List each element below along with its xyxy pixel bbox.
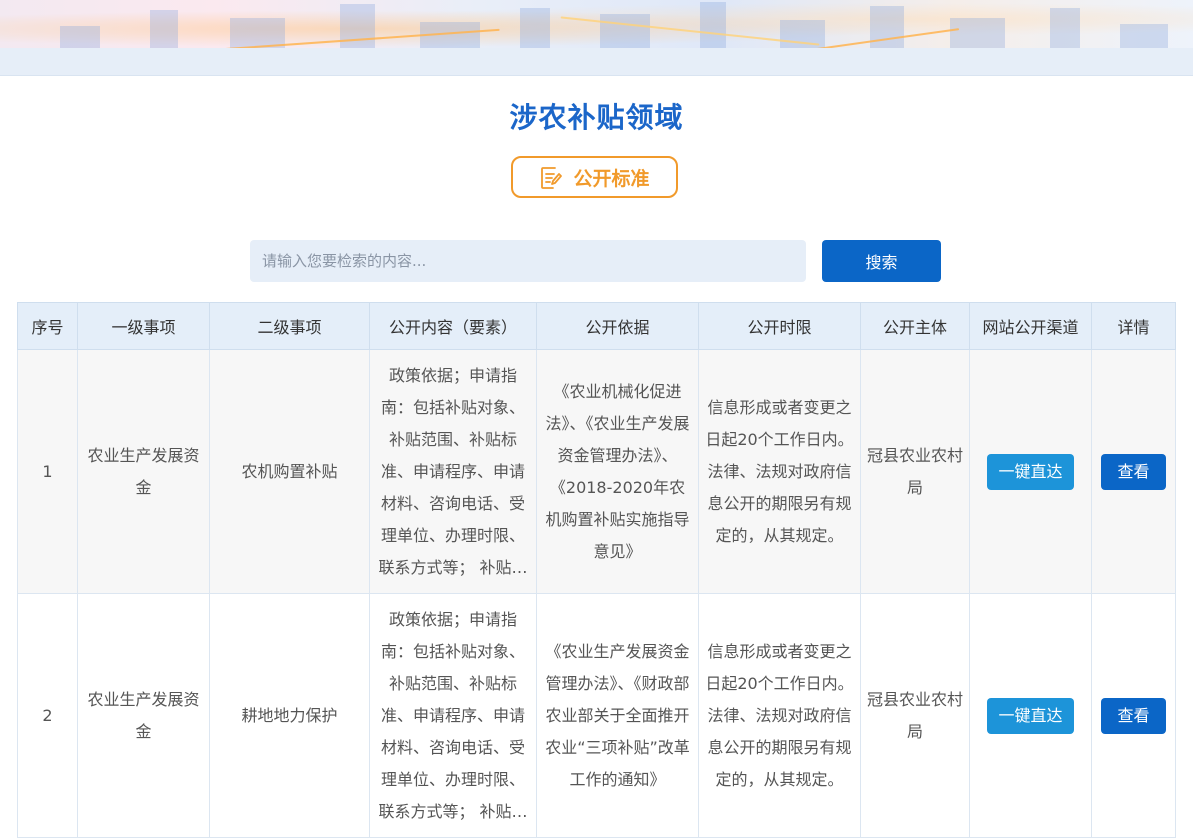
header-index: 序号	[17, 302, 78, 350]
header-time-limit: 公开时限	[698, 302, 861, 350]
public-standard-label: 公开标准	[573, 167, 650, 190]
page-title: 涉农补贴领域	[509, 101, 684, 134]
header-basis: 公开依据	[536, 302, 699, 350]
header-banner	[0, 0, 1193, 48]
cell-level1: 农业生产发展资金	[77, 349, 210, 594]
search-button[interactable]: 搜索	[822, 240, 941, 282]
header-content: 公开内容（要素）	[369, 302, 537, 350]
view-button[interactable]: 查看	[1101, 697, 1166, 734]
public-standard-button[interactable]: 公开标准	[511, 156, 678, 198]
cell-time-limit: 信息形成或者变更之日起20个工作日内。法律、法规对政府信息公开的期限另有规定的，…	[698, 593, 861, 838]
table-row: 2 农业生产发展资金 耕地地力保护 政策依据；申请指南：包括补贴对象、补贴范围、…	[17, 593, 1176, 838]
cell-channel: 一键直达	[969, 593, 1092, 838]
header-detail: 详情	[1091, 302, 1176, 350]
cell-level2: 农机购置补贴	[209, 349, 370, 594]
sub-nav-bar	[0, 48, 1193, 76]
cell-index: 1	[17, 349, 78, 594]
cell-index: 2	[17, 593, 78, 838]
cell-content: 政策依据；申请指南：包括补贴对象、补贴范围、补贴标准、申请程序、申请材料、咨询电…	[369, 593, 537, 838]
cell-content: 政策依据；申请指南：包括补贴对象、补贴范围、补贴标准、申请程序、申请材料、咨询电…	[369, 349, 537, 594]
view-button[interactable]: 查看	[1101, 453, 1166, 490]
cell-basis: 《农业机械化促进法》、《农业生产发展资金管理办法》、《2018-2020年农机购…	[536, 349, 699, 594]
cell-channel: 一键直达	[969, 349, 1092, 594]
content-text: 政策依据；申请指南：包括补贴对象、补贴范围、补贴标准、申请程序、申请材料、咨询电…	[378, 609, 528, 821]
cell-level2: 耕地地力保护	[209, 593, 370, 838]
document-edit-icon	[541, 167, 563, 189]
direct-access-button[interactable]: 一键直达	[987, 453, 1074, 490]
header-channel: 网站公开渠道	[969, 302, 1092, 350]
table-header-row: 序号 一级事项 二级事项 公开内容（要素） 公开依据 公开时限 公开主体 网站公…	[17, 302, 1176, 350]
cell-detail: 查看	[1091, 349, 1176, 594]
direct-access-button[interactable]: 一键直达	[987, 697, 1074, 734]
cell-time-limit: 信息形成或者变更之日起20个工作日内。法律、法规对政府信息公开的期限另有规定的，…	[698, 349, 861, 594]
search-input[interactable]	[250, 240, 806, 282]
content-text: 政策依据；申请指南：包括补贴对象、补贴范围、补贴标准、申请程序、申请材料、咨询电…	[378, 365, 528, 577]
cell-subject: 冠县农业农村局	[860, 593, 970, 838]
cell-subject: 冠县农业农村局	[860, 349, 970, 594]
cell-basis: 《农业生产发展资金管理办法》、《财政部 农业部关于全面推开农业“三项补贴”改革工…	[536, 593, 699, 838]
subsidy-table: 序号 一级事项 二级事项 公开内容（要素） 公开依据 公开时限 公开主体 网站公…	[17, 302, 1176, 838]
cell-detail: 查看	[1091, 593, 1176, 838]
header-level2: 二级事项	[209, 302, 370, 350]
table-row: 1 农业生产发展资金 农机购置补贴 政策依据；申请指南：包括补贴对象、补贴范围、…	[17, 349, 1176, 594]
header-level1: 一级事项	[77, 302, 210, 350]
header-subject: 公开主体	[860, 302, 970, 350]
cell-level1: 农业生产发展资金	[77, 593, 210, 838]
